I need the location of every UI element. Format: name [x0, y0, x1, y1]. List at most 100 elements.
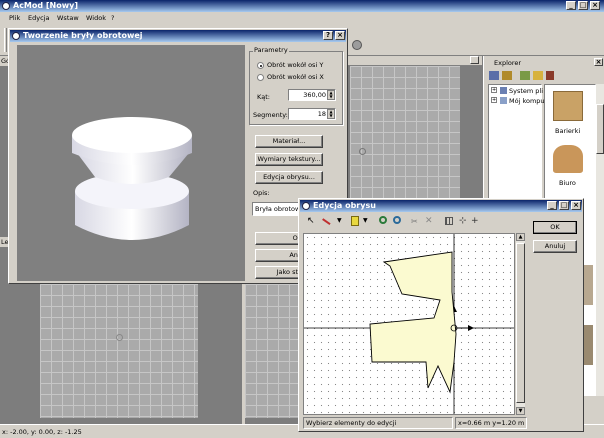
- outline-cancel-button[interactable]: Anuluj: [533, 240, 577, 253]
- revolve-dialog-title-bar: Tworzenie bryły obrotowej ? ×: [10, 30, 346, 42]
- angle-value: 360,00: [303, 91, 326, 99]
- dialog-icon: [12, 32, 20, 40]
- upper-cylinder-top: [72, 117, 192, 153]
- app-window-controls: _ □ ×: [566, 0, 604, 12]
- close-button[interactable]: ×: [571, 201, 581, 210]
- status-coords-pane: x=0.66 m y=1.20 m: [455, 417, 527, 429]
- status-coords: x: -2.00, y: 0.00, z: -1.25: [2, 428, 82, 436]
- x-axis-arrowhead: [468, 325, 474, 331]
- menu-edycja[interactable]: Edycja: [28, 14, 49, 22]
- dropdown-arrow-icon[interactable]: ▼: [363, 217, 374, 228]
- outline-status-bar: Wybierz elementy do edycji x=0.66 m y=1.…: [301, 417, 581, 430]
- viewport-bottom-right[interactable]: [245, 284, 305, 424]
- brush-icon[interactable]: [546, 71, 554, 80]
- toolbar-grip: [4, 28, 7, 52]
- app-title: AcMod [Nowy]: [13, 1, 79, 10]
- tree-expand-icon[interactable]: +: [491, 87, 497, 93]
- solid-preview[interactable]: [17, 45, 245, 281]
- minimize-button[interactable]: _: [547, 201, 557, 210]
- minimize-button[interactable]: _: [566, 1, 576, 10]
- segments-value: 18: [317, 110, 326, 118]
- origin-marker: [116, 334, 123, 341]
- segments-label: Segmenty:: [253, 111, 288, 119]
- radio-axis-y-label[interactable]: Obrót wokół osi Y: [267, 61, 323, 69]
- material-button[interactable]: Materiał...: [255, 135, 323, 148]
- pencil-icon[interactable]: [351, 216, 359, 226]
- radio-axis-x[interactable]: [257, 74, 264, 81]
- zoom-icon[interactable]: [379, 216, 387, 224]
- maximize-button[interactable]: □: [559, 201, 569, 210]
- status-hint: Wybierz elementy do edycji: [306, 419, 397, 427]
- outline-toolbar: ↖ ▼ ▼ ✂ ✕ ⊹ +: [301, 214, 521, 230]
- origin-marker: [359, 148, 366, 155]
- outline-canvas[interactable]: [303, 233, 515, 415]
- folder-icon[interactable]: [533, 71, 543, 80]
- scroll-thumb[interactable]: [596, 104, 604, 154]
- tree-item-filesystem[interactable]: + System pli: [491, 87, 544, 96]
- menu-bar: Plik Edycja Wstaw Widok ?: [0, 12, 604, 24]
- params-legend: Parametry: [253, 46, 289, 54]
- menu-help[interactable]: ?: [111, 14, 114, 22]
- outline-dialog: Edycja obrysu _ □ × ↖ ▼ ▼ ✂ ✕ ⊹ + ▲ ▼ OK…: [298, 198, 584, 432]
- segments-spinner[interactable]: ▲ ▼: [327, 109, 335, 119]
- axis-icon[interactable]: +: [471, 216, 482, 227]
- delete-icon[interactable]: ✕: [425, 216, 436, 227]
- grid-floor: [40, 284, 198, 418]
- snap-icon[interactable]: ⊹: [459, 216, 470, 227]
- grid-toggle-icon[interactable]: [445, 217, 453, 225]
- outline-ok-button[interactable]: OK: [533, 221, 577, 234]
- help-button[interactable]: ?: [323, 31, 333, 40]
- menu-plik[interactable]: Plik: [9, 14, 20, 22]
- viewport-maximize-button[interactable]: [470, 56, 479, 64]
- texture-size-button[interactable]: Wymiary tekstury...: [255, 153, 323, 166]
- tree-expand-icon[interactable]: +: [491, 97, 497, 103]
- line-tool-icon[interactable]: [322, 214, 333, 226]
- angle-spinner[interactable]: ▲ ▼: [327, 90, 335, 100]
- dropdown-arrow-icon[interactable]: ▼: [337, 217, 348, 228]
- maximize-button[interactable]: □: [578, 1, 588, 10]
- tree-item-label: Mój kompu: [509, 97, 545, 105]
- app-icon: [2, 2, 10, 10]
- item-label: Barierki: [555, 127, 581, 135]
- radio-axis-x-label[interactable]: Obrót wokół osi X: [267, 73, 324, 81]
- globe-icon[interactable]: [352, 40, 362, 50]
- outline-scrollbar[interactable]: ▲ ▼: [516, 233, 525, 415]
- viewport-bottom-left[interactable]: [0, 284, 242, 424]
- revolve-dialog-title: Tworzenie bryły obrotowej: [23, 31, 143, 40]
- item-thumbnail-desk[interactable]: [553, 145, 583, 173]
- dialog-icon: [302, 202, 310, 210]
- close-button[interactable]: ×: [590, 1, 600, 10]
- revolve-dialog: Tworzenie bryły obrotowej ? × Parametry …: [8, 28, 348, 284]
- scroll-down-button[interactable]: ▼: [516, 407, 525, 415]
- folder-up-icon[interactable]: [489, 71, 499, 80]
- grid-floor: [350, 66, 460, 206]
- menu-wstaw[interactable]: Wstaw: [57, 14, 79, 22]
- item-thumbnail-railing[interactable]: [553, 91, 583, 121]
- status-coords: x=0.66 m y=1.20 m: [458, 419, 525, 427]
- outline-dialog-title: Edycja obrysu: [313, 201, 376, 210]
- explorer-title: Explorer: [494, 59, 522, 67]
- split-segment-icon[interactable]: ✂: [411, 217, 422, 228]
- radio-axis-y[interactable]: [257, 62, 264, 69]
- drive-icon: [500, 87, 507, 94]
- add-library-icon[interactable]: [520, 71, 530, 80]
- scroll-up-button[interactable]: ▲: [516, 233, 525, 241]
- zoom-all-icon[interactable]: [393, 216, 401, 224]
- scroll-thumb[interactable]: [516, 243, 525, 403]
- edit-outline-button[interactable]: Edycja obrysu...: [255, 171, 323, 184]
- app-title-bar: AcMod [Nowy]: [0, 0, 604, 12]
- close-button[interactable]: ×: [335, 31, 345, 40]
- tree-item-label: System pli: [509, 87, 544, 95]
- explorer-close-button[interactable]: ×: [594, 58, 603, 66]
- solid-preview-render: [72, 117, 192, 240]
- pointer-icon[interactable]: ↖: [307, 217, 318, 228]
- item-label: Biuro: [559, 179, 576, 187]
- description-value: Bryła obrotowa: [255, 205, 305, 213]
- angle-label: Kąt:: [257, 93, 270, 101]
- grid-view-icon[interactable]: [502, 71, 512, 80]
- explorer-scrollbar[interactable]: [596, 84, 604, 396]
- menu-widok[interactable]: Widok: [86, 14, 106, 22]
- outline-drawing: [304, 234, 514, 414]
- tree-item-computer[interactable]: + Mój kompu: [491, 97, 545, 106]
- grid-floor: [245, 284, 300, 418]
